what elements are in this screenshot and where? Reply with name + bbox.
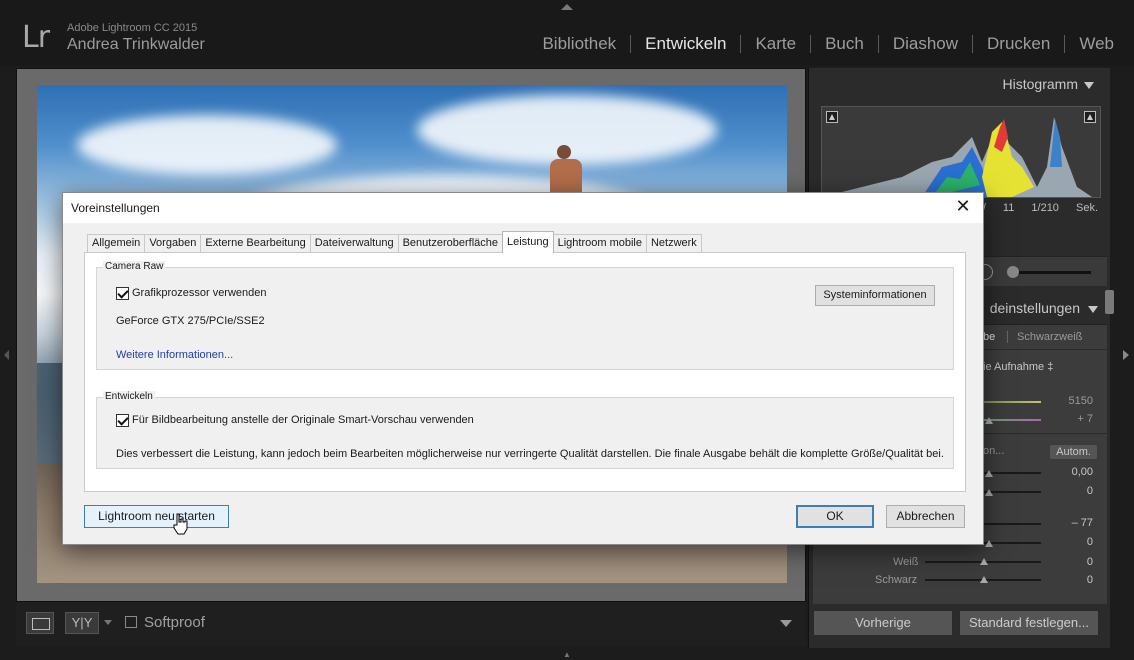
tab-externe-bearbeitung[interactable]: Externe Bearbeitung (200, 234, 311, 253)
basic-panel-title: deinstellungen (989, 300, 1080, 316)
tone-auto-button[interactable]: Autom. (1050, 445, 1097, 459)
bottom-toolbar: Y|Y Softproof (16, 602, 806, 646)
whites-label: Weiß (893, 556, 919, 568)
histogram-graph (822, 117, 1092, 197)
smart-preview-label[interactable]: Für Bildbearbeitung anstelle der Origina… (132, 414, 474, 426)
dialog-titlebar: Voreinstellungen ✕ (63, 193, 983, 223)
gpu-name: GeForce GTX 275/PCIe/SSE2 (116, 315, 265, 327)
module-bibliothek[interactable]: Bibliothek (528, 34, 630, 54)
collapse-right-panel-icon[interactable] (1123, 350, 1129, 360)
shadows-value[interactable]: 0 (1087, 536, 1093, 548)
whites-slider-knob[interactable] (980, 558, 988, 565)
treatment-color-option[interactable]: be (983, 331, 995, 343)
module-entwickeln[interactable]: Entwickeln (631, 34, 740, 54)
lightroom-logo: Lr (22, 20, 50, 55)
system-info-button[interactable]: Systeminformationen (815, 285, 935, 306)
tool-slider-track[interactable] (1013, 271, 1091, 274)
set-default-button[interactable]: Standard festlegen... (959, 610, 1099, 636)
preferences-dialog: Voreinstellungen ✕ Allgemein Vorgaben Ex… (62, 192, 984, 545)
develop-group: Entwickeln Für Bildbearbeitung anstelle … (96, 391, 954, 469)
identity-plate-user: Andrea Trinkwalder (67, 36, 205, 53)
more-info-link[interactable]: Weitere Informationen... (116, 349, 233, 361)
expand-left-panel-icon[interactable] (4, 350, 9, 360)
treatment-divider (1007, 331, 1008, 343)
tint-slider-knob[interactable] (985, 417, 993, 424)
camera-raw-legend: Camera Raw (103, 261, 166, 272)
temp-slider-track[interactable] (983, 401, 1041, 403)
restart-lightroom-button[interactable]: Lightroom neu starten (84, 505, 229, 528)
exposure-value[interactable]: 0,00 (1072, 466, 1093, 478)
app-version: Adobe Lightroom CC 2015 (67, 22, 198, 34)
shadows-slider-knob[interactable] (985, 540, 993, 547)
close-icon[interactable]: ✕ (953, 197, 973, 217)
whites-value[interactable]: 0 (1087, 556, 1093, 568)
tab-vorgaben[interactable]: Vorgaben (144, 234, 202, 253)
preferences-tabs: Allgemein Vorgaben Externe Bearbeitung D… (87, 231, 702, 253)
module-web[interactable]: Web (1065, 34, 1118, 54)
basic-panel-header[interactable]: deinstellungen (990, 300, 1098, 316)
view-dropdown-icon[interactable] (104, 620, 112, 625)
temp-value[interactable]: 5150 (1069, 395, 1093, 407)
develop-legend: Entwickeln (103, 391, 155, 402)
treatment-bw-option[interactable]: Schwarzweiß (1017, 331, 1082, 343)
tab-leistung[interactable]: Leistung (502, 231, 554, 253)
expand-filmstrip-icon[interactable]: ▲ (561, 650, 573, 659)
tone-label: on... (983, 445, 1005, 457)
contrast-value[interactable]: 0 (1087, 485, 1093, 497)
white-balance-select[interactable]: ie Aufnahme ‡ (983, 361, 1053, 373)
smart-preview-checkbox[interactable] (116, 414, 129, 427)
softproof-checkbox[interactable] (125, 616, 137, 628)
dialog-title: Voreinstellungen (71, 201, 160, 215)
exposure-info: / 11 1/210 Sek. (982, 202, 1098, 214)
tool-slider-knob[interactable] (1007, 266, 1019, 278)
right-panel-scrollbar[interactable] (1105, 290, 1114, 314)
module-karte[interactable]: Karte (741, 34, 810, 54)
tint-value[interactable]: + 7 (1077, 413, 1093, 425)
contrast-slider-knob[interactable] (985, 489, 993, 496)
histogram[interactable] (821, 106, 1101, 198)
histogram-header[interactable]: Histogramm (1003, 76, 1094, 92)
ok-button[interactable]: OK (796, 505, 874, 528)
blacks-label: Schwarz (875, 574, 918, 586)
collapse-top-panel-icon[interactable] (561, 4, 573, 10)
camera-raw-group: Camera Raw Grafikprozessor verwenden GeF… (96, 261, 954, 370)
previous-settings-button[interactable]: Vorherige (813, 610, 953, 636)
blacks-value[interactable]: 0 (1087, 574, 1093, 586)
module-bar: Lr Adobe Lightroom CC 2015 Andrea Trinkw… (0, 0, 1134, 66)
loupe-view-button[interactable] (26, 612, 54, 634)
mouse-cursor-icon (173, 513, 188, 535)
toolbar-content-menu-icon[interactable] (780, 620, 792, 627)
gpu-checkbox-label[interactable]: Grafikprozessor verwenden (132, 287, 267, 299)
highlight-clipping-toggle[interactable] (1084, 111, 1096, 123)
smart-preview-description: Dies verbessert die Leistung, kann jedoc… (116, 448, 944, 460)
tab-lightroom-mobile[interactable]: Lightroom mobile (552, 234, 647, 253)
tab-benutzeroberflaeche[interactable]: Benutzeroberfläche (397, 234, 503, 253)
blacks-slider-knob[interactable] (980, 576, 988, 583)
module-drucken[interactable]: Drucken (973, 34, 1064, 54)
shadow-clipping-toggle[interactable] (826, 111, 838, 123)
module-buch[interactable]: Buch (811, 34, 878, 54)
module-diashow[interactable]: Diashow (879, 34, 972, 54)
gpu-checkbox[interactable] (116, 287, 129, 300)
tab-dateiverwaltung[interactable]: Dateiverwaltung (309, 234, 399, 253)
highlights-slider-track[interactable] (983, 523, 1041, 525)
tab-allgemein[interactable]: Allgemein (87, 234, 146, 253)
photo-person (547, 145, 585, 199)
exposure-slider-knob[interactable] (985, 470, 993, 477)
highlights-value[interactable]: – 77 (1072, 517, 1093, 529)
histogram-title: Histogramm (1002, 76, 1078, 92)
tab-netzwerk[interactable]: Netzwerk (645, 234, 702, 253)
collapse-triangle-icon (1084, 81, 1094, 89)
collapse-triangle-icon (1088, 305, 1098, 313)
module-picker: Bibliothek Entwickeln Karte Buch Diashow… (528, 34, 1118, 54)
cancel-button[interactable]: Abbrechen (886, 505, 965, 528)
softproof-label: Softproof (144, 614, 205, 631)
before-after-view-button[interactable]: Y|Y (65, 612, 99, 634)
